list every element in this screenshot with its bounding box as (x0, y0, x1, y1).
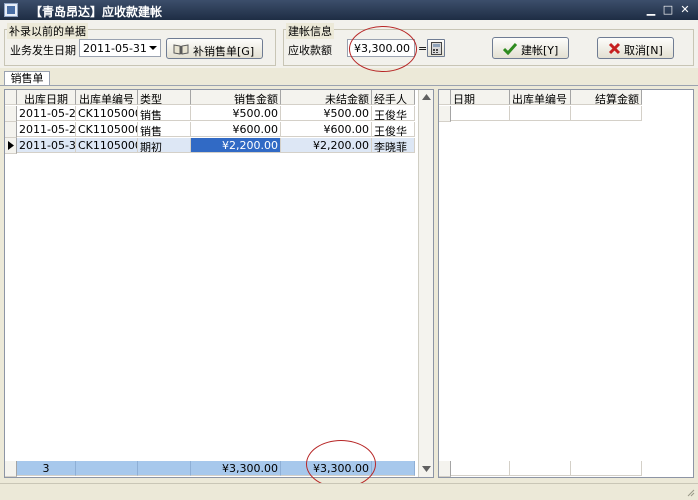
footer-empty (372, 461, 415, 476)
add-sales-order-label: 补销售单[G] (193, 45, 255, 58)
window-title: 【青岛昂达】应收款建帐 (30, 5, 163, 19)
col-type-header[interactable]: 类型 (138, 90, 191, 105)
col-date-header[interactable]: 出库日期 (17, 90, 76, 105)
col-settle-date-header[interactable]: 日期 (451, 90, 510, 105)
cell-settle-amount (571, 106, 642, 121)
cell-settle-order-no (510, 106, 571, 121)
col-settle-order-no-header[interactable]: 出库单编号 (510, 90, 571, 105)
supplement-group-label: 补录以前的单据 (7, 23, 88, 39)
footer-sales-total: ¥3,300.00 (191, 461, 281, 476)
cell-order-no: CK11050007 (76, 138, 138, 153)
cell-handler: 王俊华 (372, 106, 415, 121)
scroll-up-icon[interactable] (422, 94, 431, 100)
calculator-button[interactable] (427, 39, 445, 57)
sales-grid-scrollbar[interactable] (418, 90, 433, 477)
table-row-empty[interactable] (439, 106, 643, 122)
cell-handler: 王俊华 (372, 122, 415, 137)
title-bar: 【青岛昂达】应收款建帐 ▁ □ ✕ (0, 0, 698, 20)
close-icon[interactable]: ✕ (677, 3, 693, 16)
calculator-icon (431, 42, 442, 55)
confirm-button[interactable]: 建帐[Y] (492, 37, 569, 59)
cancel-label: 取消[N] (624, 44, 663, 57)
footer-count: 3 (17, 461, 76, 476)
close-icon (608, 42, 621, 55)
minimize-icon[interactable]: ▁ (643, 3, 659, 16)
row-indicator-header (439, 90, 451, 105)
col-handler-header[interactable]: 经手人 (372, 90, 415, 105)
col-settle-amount-header[interactable]: 结算金额 (571, 90, 642, 105)
cell-handler: 李晓菲 (372, 138, 415, 153)
cell-unsettled: ¥2,200.00 (281, 138, 372, 153)
footer-empty (510, 461, 571, 476)
settlement-grid[interactable]: 日期 出库单编号 结算金额 (438, 89, 694, 478)
settlement-header-row: 日期 出库单编号 结算金额 (439, 90, 643, 106)
row-indicator-footer (5, 461, 17, 477)
sales-header-row: 出库日期 出库单编号 类型 销售金额 未结金额 经手人 (5, 90, 417, 106)
table-row[interactable]: 2011-05-26 CK11050005 销售 ¥600.00 ¥600.00… (5, 122, 417, 138)
add-sales-order-button[interactable]: 补销售单[G] (166, 38, 263, 59)
row-indicator (5, 106, 17, 122)
cell-type: 期初 (138, 138, 191, 153)
cell-order-no: CK11050004 (76, 106, 138, 121)
cell-type: 销售 (138, 106, 191, 121)
tab-divider (0, 85, 698, 86)
col-sales-amount-header[interactable]: 销售金额 (191, 90, 281, 105)
cell-date: 2011-05-31 (17, 138, 76, 153)
cell-date: 2011-05-26 (17, 122, 76, 137)
checkmark-icon (503, 43, 517, 55)
maximize-icon[interactable]: □ (660, 3, 676, 16)
row-pointer-icon (8, 141, 14, 150)
cell-unsettled: ¥600.00 (281, 122, 372, 137)
cell-sales-amount: ¥600.00 (191, 122, 281, 137)
col-unsettled-header[interactable]: 未结金额 (281, 90, 372, 105)
date-value: 2011-05-31 (83, 42, 147, 55)
annotation-circle-top (349, 26, 417, 72)
current-row-indicator (5, 138, 17, 154)
footer-empty (451, 461, 510, 476)
cell-sales-amount: ¥500.00 (191, 106, 281, 121)
amount-label: 应收款额 (288, 44, 332, 57)
footer-empty (138, 461, 191, 476)
cell-type: 销售 (138, 122, 191, 137)
book-icon (173, 44, 189, 55)
row-indicator-header (5, 90, 17, 105)
sales-order-grid[interactable]: 出库日期 出库单编号 类型 销售金额 未结金额 经手人 2011-05-26 C… (4, 89, 434, 478)
cell-sales-amount-focused[interactable]: ¥2,200.00 (191, 138, 281, 153)
row-indicator (439, 106, 451, 122)
date-picker[interactable]: 2011-05-31 (79, 39, 161, 57)
status-bar (0, 483, 698, 500)
cell-unsettled: ¥500.00 (281, 106, 372, 121)
cell-order-no: CK11050005 (76, 122, 138, 137)
confirm-label: 建帐[Y] (521, 44, 559, 57)
annotation-circle-bottom (306, 440, 376, 488)
settlement-footer-row (439, 461, 643, 477)
date-label: 业务发生日期 (10, 44, 76, 57)
col-order-no-header[interactable]: 出库单编号 (76, 90, 138, 105)
account-group-label: 建帐信息 (286, 23, 334, 39)
table-row[interactable]: 2011-05-26 CK11050004 销售 ¥500.00 ¥500.00… (5, 106, 417, 122)
equals-label: = (418, 42, 428, 55)
app-icon (4, 3, 18, 17)
footer-empty (76, 461, 138, 476)
cell-date: 2011-05-26 (17, 106, 76, 121)
resize-grip-icon[interactable] (685, 487, 695, 497)
table-row-selected[interactable]: 2011-05-31 CK11050007 期初 ¥2,200.00 ¥2,20… (5, 138, 417, 154)
chevron-down-icon[interactable] (149, 46, 157, 50)
row-indicator-footer (439, 461, 451, 477)
scroll-down-icon[interactable] (422, 466, 431, 472)
cell-settle-date (451, 106, 510, 121)
row-indicator (5, 122, 17, 138)
tab-sales-orders[interactable]: 销售单 (4, 71, 50, 86)
cancel-button[interactable]: 取消[N] (597, 37, 674, 59)
footer-empty (571, 461, 642, 476)
